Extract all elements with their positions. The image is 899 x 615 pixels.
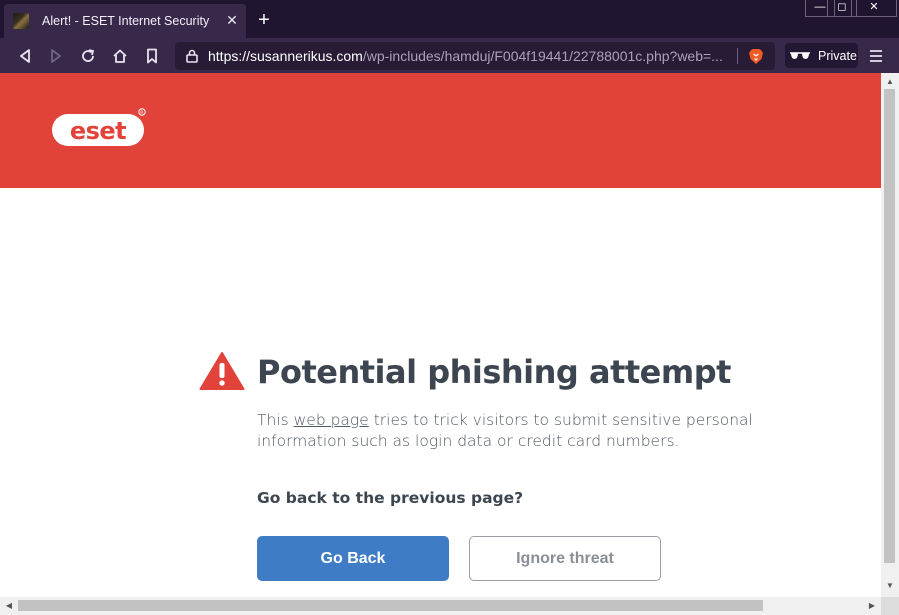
vertical-scroll-thumb[interactable] xyxy=(884,89,895,563)
forward-icon xyxy=(51,49,61,63)
menu-icon[interactable] xyxy=(866,47,886,65)
home-button[interactable] xyxy=(110,46,130,66)
forward-button[interactable] xyxy=(46,46,66,66)
private-glasses-icon xyxy=(790,51,810,59)
reload-button[interactable] xyxy=(78,46,98,66)
scrollbar-corner xyxy=(881,597,899,615)
new-tab-button[interactable]: + xyxy=(254,10,274,30)
scroll-right-icon[interactable]: ▶ xyxy=(867,601,877,611)
horizontal-scrollbar[interactable]: ◀ ▶ xyxy=(0,597,899,615)
tab-title: Alert! - ESET Internet Security xyxy=(42,14,210,28)
home-icon xyxy=(113,49,127,63)
browser-titlebar: Alert! - ESET Internet Security ✕ + — ◻ … xyxy=(0,0,899,38)
brand-banner: eset R xyxy=(0,73,881,188)
window-close-button[interactable]: ✕ xyxy=(851,0,897,17)
horizontal-scroll-thumb[interactable] xyxy=(18,600,763,611)
eset-logo-text: eset xyxy=(70,117,126,145)
description: This web page tries to trick visitors to… xyxy=(257,410,837,452)
scroll-up-icon[interactable]: ▲ xyxy=(885,77,895,87)
scroll-left-icon[interactable]: ◀ xyxy=(4,601,14,611)
lock-icon xyxy=(186,49,198,63)
scroll-down-icon[interactable]: ▼ xyxy=(885,581,895,591)
url-host: https://susannerikus.com xyxy=(208,48,363,64)
go-back-question: Go back to the previous page? xyxy=(257,489,524,507)
description-prefix: This xyxy=(257,411,294,429)
ignore-threat-button[interactable]: Ignore threat xyxy=(469,536,661,581)
private-window-indicator[interactable]: Private xyxy=(785,43,858,68)
bookmark-button[interactable] xyxy=(142,46,162,66)
vertical-scrollbar[interactable]: ▲ ▼ xyxy=(881,73,899,597)
go-back-button[interactable]: Go Back xyxy=(257,536,449,581)
browser-tab[interactable]: Alert! - ESET Internet Security ✕ xyxy=(4,4,246,38)
back-button[interactable] xyxy=(15,46,35,66)
tab-close-icon[interactable]: ✕ xyxy=(224,12,240,28)
eset-logo: eset R xyxy=(52,108,146,146)
browser-toolbar: https://susannerikus.com/wp-includes/ham… xyxy=(0,38,899,73)
tab-favicon-icon xyxy=(13,13,29,29)
back-icon xyxy=(20,49,30,63)
address-bar[interactable]: https://susannerikus.com/wp-includes/ham… xyxy=(175,42,775,70)
url-divider xyxy=(737,48,738,64)
url-text[interactable]: https://susannerikus.com/wp-includes/ham… xyxy=(208,48,728,64)
private-label: Private xyxy=(818,48,857,63)
reload-icon xyxy=(82,49,95,62)
svg-text:R: R xyxy=(140,110,143,116)
page-content: eset R Potential phishing attempt This w… xyxy=(0,73,881,597)
brave-lion-icon[interactable] xyxy=(748,48,764,65)
web-page-link[interactable]: web page xyxy=(294,411,369,429)
url-path: /wp-includes/hamduj/F004f19441/22788001c… xyxy=(362,48,723,64)
warning-icon xyxy=(199,352,245,390)
page-title: Potential phishing attempt xyxy=(257,353,731,391)
bookmark-icon xyxy=(147,48,157,64)
